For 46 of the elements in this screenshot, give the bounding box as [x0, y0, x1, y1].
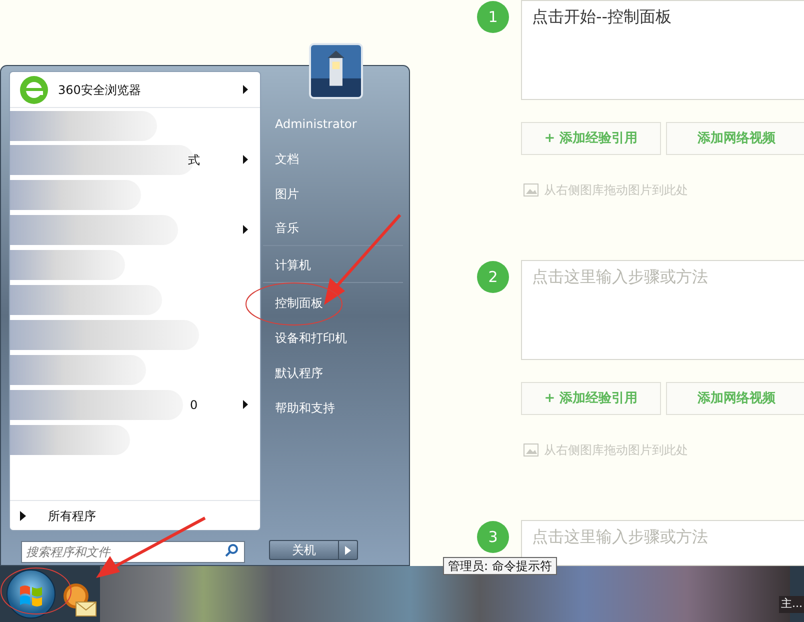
caret-icon: [345, 546, 351, 554]
tooltip: 管理员: 命令提示符: [443, 557, 557, 575]
step-number: 1: [477, 1, 509, 33]
user-name-link[interactable]: Administrator: [263, 106, 403, 141]
drop-hint: 从右侧图库拖动图片到此处: [544, 442, 688, 459]
shutdown-button[interactable]: 关机: [269, 540, 339, 560]
highlight-ellipse: [0, 568, 72, 614]
program-label[interactable]: 360安全浏览器: [58, 80, 141, 98]
image-icon: [521, 183, 539, 197]
taskbar-label[interactable]: 主...: [779, 596, 804, 612]
image-icon: [521, 443, 539, 457]
menu-link[interactable]: 帮助和支持: [263, 390, 403, 425]
browser-icon: [18, 74, 50, 106]
blurred-program-item[interactable]: [10, 215, 178, 245]
step-text-field[interactable]: 点击这里输入步骤或方法: [521, 260, 804, 360]
menu-link[interactable]: 文档: [263, 141, 403, 176]
add-video-button[interactable]: 添加网络视频: [666, 122, 804, 155]
menu-link[interactable]: 默认程序: [263, 355, 403, 390]
menu-link[interactable]: 图片: [263, 176, 403, 211]
add-reference-button[interactable]: + 添加经验引用: [521, 382, 661, 415]
step-text-field[interactable]: 点击开始--控制面板: [521, 0, 804, 100]
blurred-program-item[interactable]: [10, 355, 146, 385]
menu-link[interactable]: 设备和打印机: [263, 320, 403, 355]
blurred-program-item[interactable]: [10, 250, 125, 280]
add-reference-button[interactable]: + 添加经验引用: [521, 122, 661, 155]
mail-app-icon[interactable]: [62, 582, 98, 618]
blurred-program-item[interactable]: [10, 180, 141, 210]
step-number: 2: [477, 261, 509, 293]
program-label-fragment: 式: [188, 152, 200, 168]
search-icon: [225, 543, 239, 557]
menu-link[interactable]: 音乐: [263, 211, 403, 246]
menu-link[interactable]: 控制面板: [263, 285, 403, 320]
blurred-program-item[interactable]: [10, 285, 162, 315]
step-number: 3: [477, 521, 509, 553]
blurred-program-item[interactable]: [10, 425, 130, 455]
start-button[interactable]: [5, 568, 57, 620]
add-video-button[interactable]: 添加网络视频: [666, 382, 804, 415]
blurred-program-item[interactable]: [10, 111, 157, 141]
program-label-fragment: 0: [190, 396, 198, 414]
caret-icon: [20, 510, 26, 520]
shutdown-options-button[interactable]: [339, 540, 358, 560]
all-programs-button[interactable]: 所有程序: [10, 500, 260, 530]
drop-hint: 从右侧图库拖动图片到此处: [544, 182, 688, 199]
blurred-program-item[interactable]: [10, 390, 183, 420]
search-field[interactable]: 搜索程序和文件: [21, 541, 245, 563]
blurred-program-item[interactable]: [10, 320, 199, 350]
